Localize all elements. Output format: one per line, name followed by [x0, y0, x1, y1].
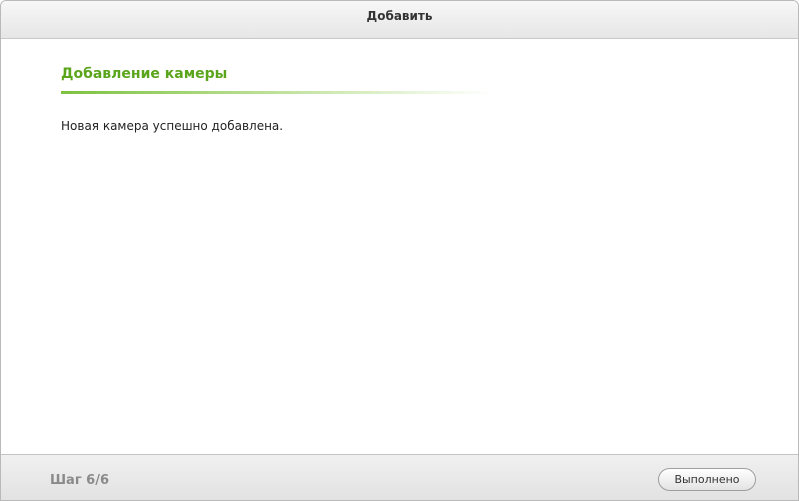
success-message: Новая камера успешно добавлена.	[61, 119, 284, 133]
add-camera-dialog: Добавить Добавление камеры Новая камера …	[0, 0, 799, 501]
dialog-content: Добавление камеры Новая камера успешно д…	[1, 39, 798, 454]
dialog-titlebar: Добавить	[1, 1, 798, 39]
dialog-footer: Шаг 6/6 Выполнено	[1, 454, 798, 500]
done-button[interactable]: Выполнено	[658, 468, 756, 491]
step-indicator: Шаг 6/6	[50, 473, 109, 488]
dialog-title: Добавить	[366, 9, 433, 23]
section-title: Добавление камеры	[61, 66, 228, 82]
section-divider	[61, 91, 491, 94]
